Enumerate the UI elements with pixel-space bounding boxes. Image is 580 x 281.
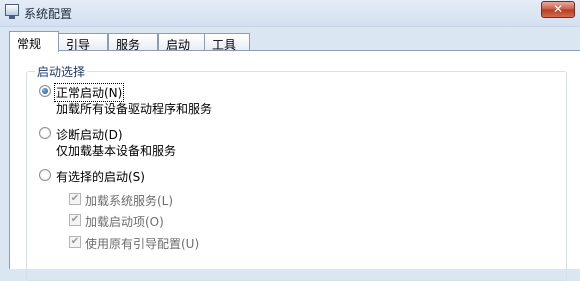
- check-icon[interactable]: ✔: [69, 236, 81, 248]
- window-title: 系统配置: [24, 7, 73, 21]
- diagnostic-startup-radio[interactable]: [39, 127, 51, 139]
- normal-startup-radio[interactable]: [39, 85, 51, 97]
- group-legend: 启动选择: [35, 63, 88, 80]
- tab-general[interactable]: 常规: [9, 31, 59, 52]
- tab-tools[interactable]: 工具: [204, 33, 250, 52]
- load-startup-items-label: 加载启动项(O): [85, 215, 164, 229]
- tab-boot[interactable]: 引导: [58, 33, 108, 52]
- check-icon[interactable]: ✔: [69, 193, 81, 205]
- normal-startup-description: 加载所有设备驱动程序和服务: [56, 102, 213, 116]
- selective-startup-label[interactable]: 有选择的启动(S): [56, 168, 145, 185]
- close-button[interactable]: ✕: [541, 1, 575, 18]
- startup-selection-group: 启动选择 正常启动(N) 加载所有设备驱动程序和服务 诊断启动(D) 仅加载基本…: [26, 63, 567, 281]
- tab-startup[interactable]: 启动: [158, 33, 205, 52]
- general-tab-panel: 启动选择 正常启动(N) 加载所有设备驱动程序和服务 诊断启动(D) 仅加载基本…: [9, 50, 580, 281]
- use-original-boot-config-label: 使用原有引导配置(U): [85, 237, 200, 251]
- diagnostic-startup-label[interactable]: 诊断启动(D): [56, 126, 123, 143]
- system-config-app-icon: [5, 4, 19, 19]
- title-bar[interactable]: 系统配置 ✕: [0, 0, 580, 27]
- tab-services[interactable]: 服务: [108, 33, 158, 52]
- selective-startup-radio[interactable]: [39, 169, 51, 181]
- diagnostic-startup-description: 仅加载基本设备和服务: [56, 144, 177, 158]
- load-system-services-label: 加载系统服务(L): [85, 194, 174, 208]
- check-icon[interactable]: ✔: [69, 214, 81, 226]
